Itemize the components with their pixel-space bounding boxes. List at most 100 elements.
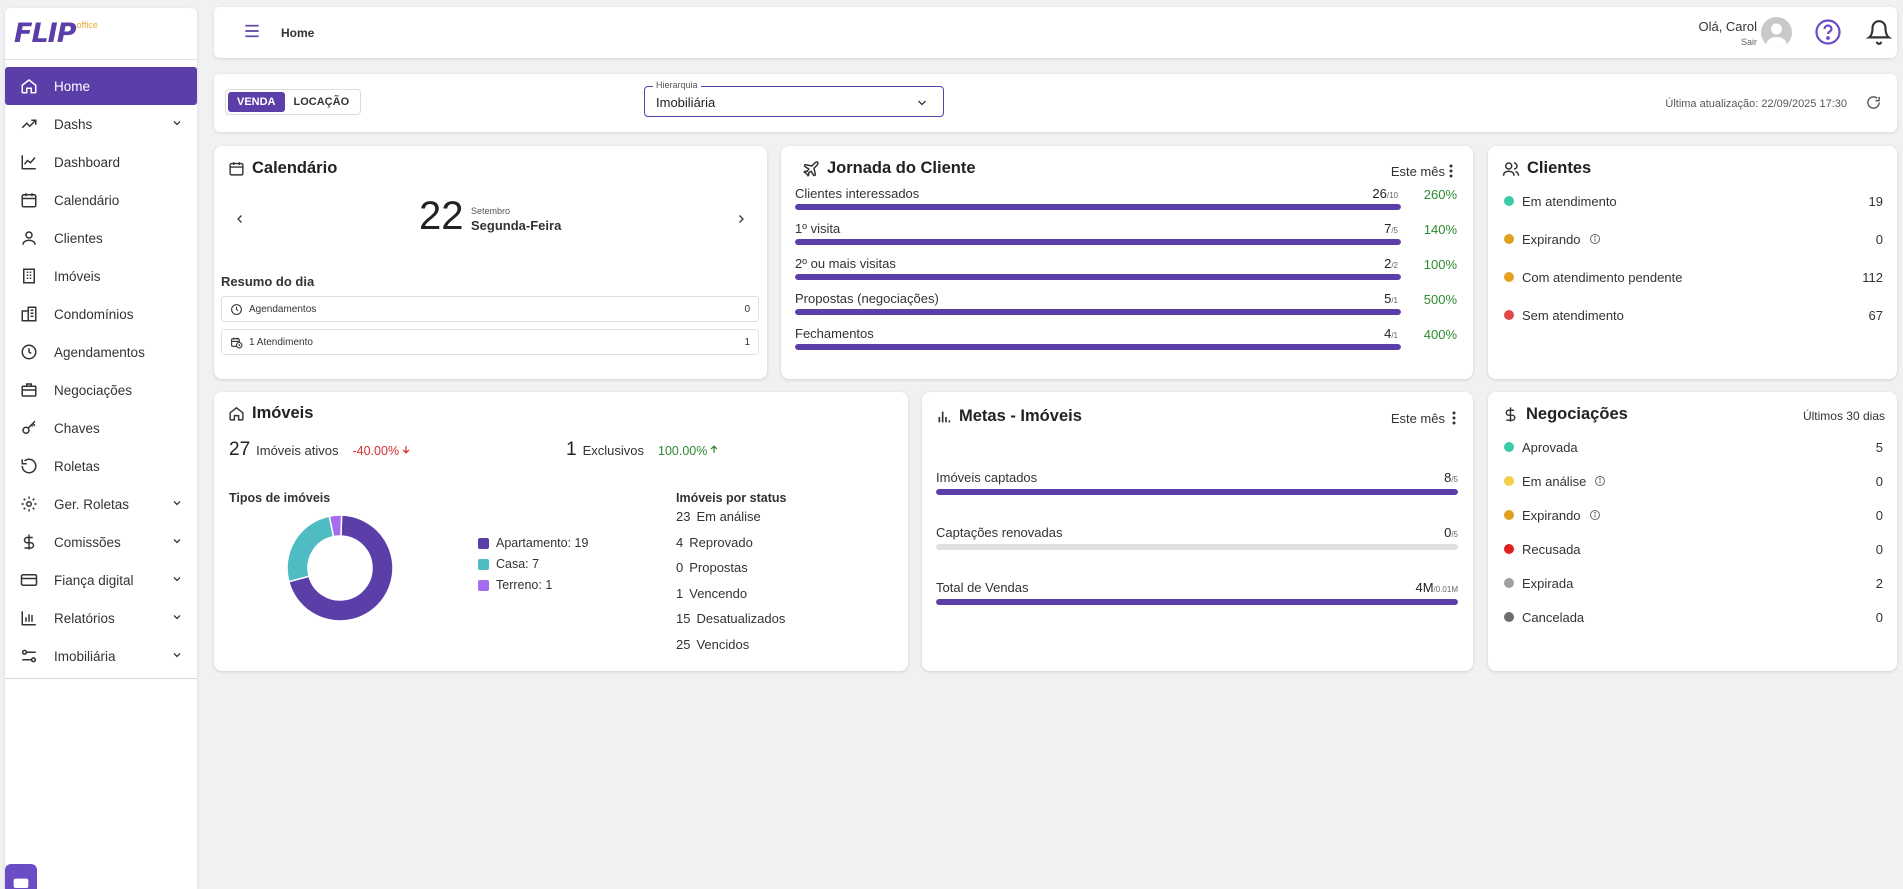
prev-day-icon[interactable] [234,212,246,231]
jornada-progress-fill [795,344,1401,350]
avatar[interactable] [1761,17,1792,48]
logo[interactable]: FLIP office [5,8,197,60]
status-item: 15 Desatualizados [676,611,785,626]
jornada-row: Propostas (negociações) 5/1 500% [795,291,1471,321]
status-label: Expirando [1522,231,1581,247]
jornada-row-value: 4/1 [1384,326,1398,341]
jornada-row-label: Clientes interessados [795,186,920,201]
donut-slice-casa[interactable] [286,515,335,583]
status-row[interactable]: Cancelada 0 [1504,607,1883,627]
refresh-icon[interactable] [1866,95,1881,115]
sidebar-item-label: Condomínios [54,306,134,322]
legend-swatch [478,537,489,549]
status-dot [1504,510,1514,520]
sidebar-item-clientes[interactable]: Clientes [5,219,197,257]
calendario-title: Calendário [228,159,337,178]
metas-progress-bar [936,544,1458,550]
sliders-icon [19,646,39,666]
jornada-progress-fill [795,309,1401,315]
metas-value-target: /5 [1451,530,1458,539]
jornada-period[interactable]: Este mês [1391,164,1445,179]
calendario-title-text: Calendário [252,159,338,177]
status-row[interactable]: Com atendimento pendente 112 [1504,267,1883,287]
status-label: Recusada [1522,541,1581,557]
resumo-row-agendamentos[interactable]: Agendamentos 0 [221,296,759,322]
status-value: 0 [1875,473,1883,489]
jornada-row-pct: 100% [1423,257,1457,272]
info-icon[interactable] [1589,509,1601,521]
sidebar-item-label: Imobiliária [54,648,116,664]
sidebar-item-comissoes[interactable]: Comissões [5,523,197,561]
info-icon[interactable] [1589,233,1601,245]
breadcrumb[interactable]: Home [281,26,314,40]
jornada-row-value: 7/5 [1384,221,1398,236]
menu-icon[interactable] [244,24,260,43]
status-row[interactable]: Aprovada 5 [1504,437,1883,457]
sidebar-item-chaves[interactable]: Chaves [5,409,197,447]
toggle-locacao[interactable]: LOCAÇÃO [285,92,359,112]
bell-icon[interactable] [1865,18,1893,51]
home-icon [19,76,39,96]
logout-link[interactable]: Sair [1698,37,1757,47]
jornada-progress-bar [795,344,1401,350]
hierarquia-select[interactable]: Hierarquia Imobiliária [644,80,944,117]
chat-icon [13,877,29,889]
sidebar-item-label: Chaves [54,420,100,436]
sidebar-item-fianca[interactable]: Fiança digital [5,561,197,599]
jornada-value-target: /5 [1391,226,1398,235]
status-row[interactable]: Recusada 0 [1504,539,1883,559]
metas-period[interactable]: Este mês [1391,411,1445,426]
chevron-down-icon [171,573,183,588]
sidebar-item-calendario[interactable]: Calendário [5,181,197,219]
status-row[interactable]: Expirando 0 [1504,229,1883,249]
sidebar-item-roletas[interactable]: Roletas [5,447,197,485]
jornada-row-value: 5/1 [1384,291,1398,306]
status-item: 25 Vencidos [676,637,749,652]
sidebar-item-dashboard[interactable]: Dashboard [5,143,197,181]
metas-value-num: 4M [1415,580,1434,595]
imoveis-exclusivos: 1 Exclusivos 100.00% [566,439,719,461]
status-label: Cancelada [1522,609,1585,625]
user-name: Olá, Carol [1698,19,1757,34]
next-day-icon[interactable] [735,212,747,231]
sidebar-item-relatorios[interactable]: Relatórios [5,599,197,637]
help-icon[interactable] [1814,18,1842,51]
chat-button[interactable] [5,864,37,889]
status-item-label: Desatualizados [696,611,786,626]
calendar-month: Setembro [471,206,511,216]
status-item: 1 Vencendo [676,586,747,601]
status-row[interactable]: Em análise 0 [1504,471,1883,491]
arrow-down-icon [401,442,411,460]
legend-item: Apartamento: 19 [478,536,588,550]
sidebar-item-negociacoes[interactable]: Negociações [5,371,197,409]
metas-value-target: /0.01M [1433,585,1458,594]
hierarquia-value: Imobiliária [656,95,716,110]
info-icon[interactable] [1594,475,1606,487]
metas-value-target: /5 [1451,475,1458,484]
status-label: Em análise [1522,473,1587,489]
resumo-row-atendimento[interactable]: 1 Atendimento 1 [221,329,759,355]
status-row[interactable]: Em atendimento 19 [1504,191,1883,211]
sidebar-item-dashs[interactable]: Dashs [5,105,197,143]
status-row[interactable]: Sem atendimento 67 [1504,305,1883,325]
imoveis-title: Imóveis [228,404,313,423]
sidebar-item-imoveis[interactable]: Imóveis [5,257,197,295]
more-vertical-icon[interactable] [1449,164,1453,183]
jornada-row-label: Propostas (negociações) [795,291,939,306]
sidebar-item-condominios[interactable]: Condomínios [5,295,197,333]
sidebar-item-home[interactable]: Home [5,67,197,105]
sidebar-item-ger-roletas[interactable]: Ger. Roletas [5,485,197,523]
chevron-down-icon [171,649,183,664]
status-item-label: Vencendo [689,585,748,601]
status-row[interactable]: Expirada 2 [1504,573,1883,593]
jornada-row: Fechamentos 4/1 400% [795,326,1471,356]
sidebar-item-imobiliaria[interactable]: Imobiliária [5,637,197,675]
status-row[interactable]: Expirando 0 [1504,505,1883,525]
filter-bar: VENDA LOCAÇÃO Hierarquia Imobiliária Últ… [214,74,1897,132]
clientes-title: Clientes [1502,159,1591,178]
sidebar-item-agendamentos[interactable]: Agendamentos [5,333,197,371]
toggle-venda[interactable]: VENDA [228,92,285,112]
status-item-count: 25 [676,636,691,652]
status-item-count: 0 [676,560,684,575]
more-vertical-icon[interactable] [1452,411,1456,430]
